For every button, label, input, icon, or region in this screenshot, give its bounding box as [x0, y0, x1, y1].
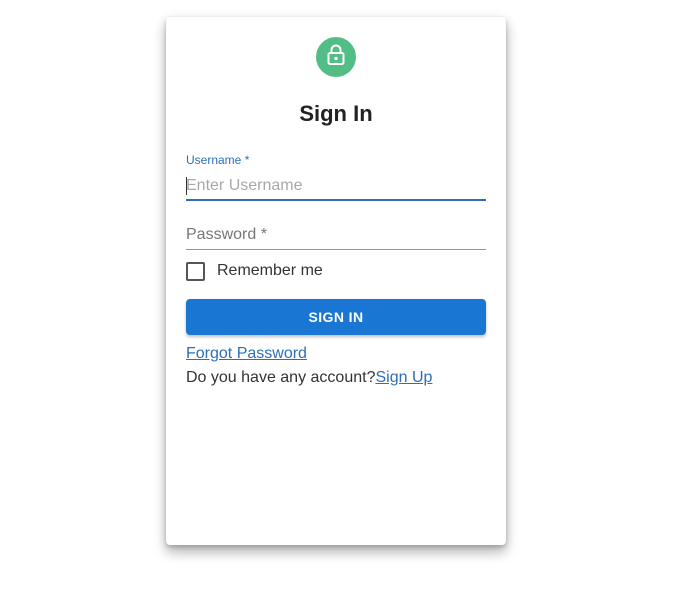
sign-in-button[interactable]: SIGN IN: [186, 299, 486, 335]
signin-card: Sign In Username * Remember me SIGN IN F…: [166, 17, 506, 545]
lock-avatar: [316, 37, 356, 77]
forgot-password-link[interactable]: Forgot Password: [186, 345, 307, 363]
username-field[interactable]: Username *: [186, 153, 486, 201]
account-prompt-text: Do you have any account?: [186, 369, 376, 386]
username-input[interactable]: [186, 175, 486, 197]
password-field[interactable]: [186, 219, 486, 265]
remember-me-checkbox[interactable]: [186, 261, 205, 281]
lock-icon: [326, 44, 346, 71]
text-caret: [186, 177, 187, 195]
remember-me-control[interactable]: Remember me: [186, 261, 323, 281]
username-label: Username *: [186, 153, 250, 167]
remember-me-label[interactable]: Remember me: [217, 262, 323, 280]
username-underline-focused: [186, 199, 486, 201]
signup-prompt: Do you have any account?Sign Up: [186, 369, 432, 387]
password-input[interactable]: [186, 224, 486, 246]
page-title: Sign In: [299, 101, 373, 126]
sign-up-link[interactable]: Sign Up: [375, 369, 432, 386]
password-underline: [186, 249, 486, 250]
